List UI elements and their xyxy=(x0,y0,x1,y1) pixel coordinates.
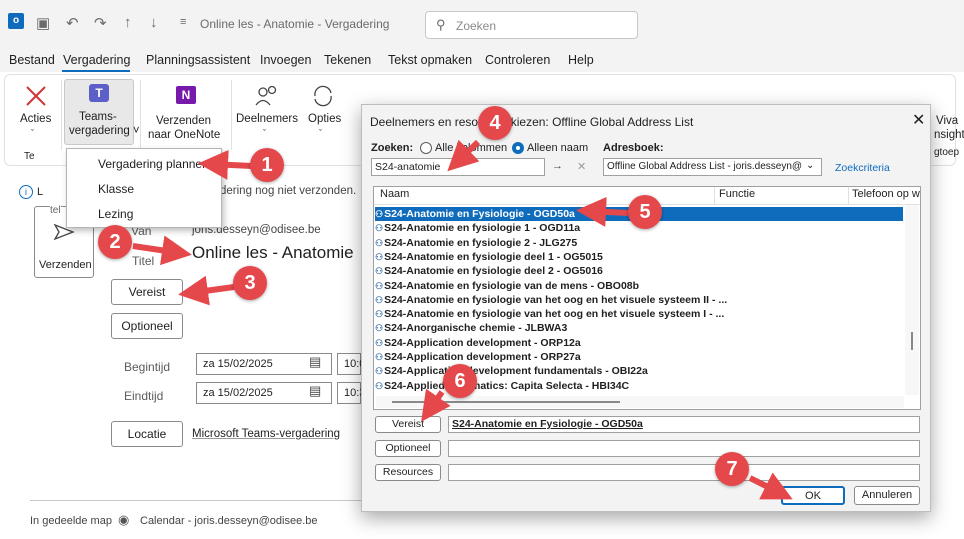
arrow-4 xyxy=(447,139,481,172)
arrow-1 xyxy=(198,149,253,180)
arrow-3 xyxy=(178,275,235,306)
arrow-7 xyxy=(748,472,793,500)
arrow-2 xyxy=(132,235,192,266)
annotation-arrows xyxy=(132,139,793,500)
arrow-5 xyxy=(576,196,629,227)
callout-1: 1 xyxy=(250,148,284,182)
callout-7: 7 xyxy=(715,452,749,486)
callout-2: 2 xyxy=(98,225,132,259)
callout-3: 3 xyxy=(233,266,267,300)
arrow-6 xyxy=(421,388,451,422)
callout-5: 5 xyxy=(628,195,662,229)
callout-6: 6 xyxy=(443,364,477,398)
callout-4: 4 xyxy=(478,106,512,140)
